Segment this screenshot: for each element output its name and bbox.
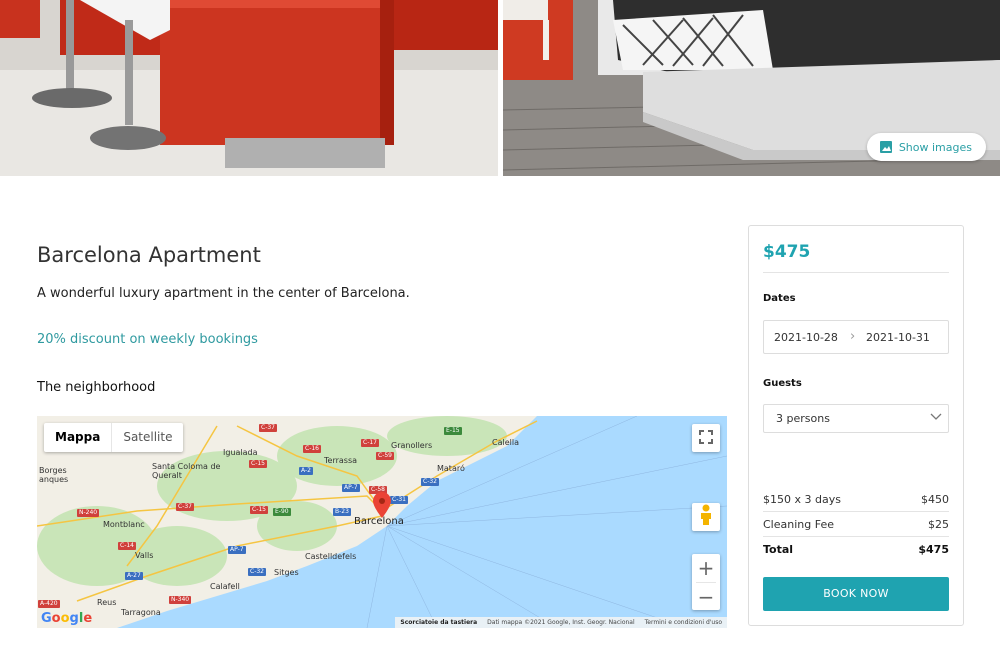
date-from: 2021-10-28: [774, 331, 838, 344]
kitchen-photo[interactable]: [0, 0, 498, 176]
road-shield: C-17: [361, 439, 379, 447]
show-images-button[interactable]: Show images: [866, 133, 986, 161]
map-city-label: Montblanc: [103, 520, 145, 529]
map-city-label: Santa Coloma de Queralt: [152, 462, 221, 480]
price-line-amount: $450: [921, 493, 949, 506]
road-shield: C-32: [248, 568, 266, 576]
divider: [763, 511, 949, 512]
map-city-label: Reus: [97, 598, 117, 607]
map-city-label: Calafell: [210, 582, 240, 591]
map-city-label: Terrassa: [324, 456, 358, 465]
road-shield: A-2: [299, 467, 313, 475]
book-now-button[interactable]: BOOK NOW: [763, 577, 949, 611]
keyboard-shortcuts-link[interactable]: Scorciatoie da tastiera: [395, 617, 482, 628]
road-shield: C-15: [250, 506, 268, 514]
road-shield: AP-7: [342, 484, 360, 492]
fullscreen-icon: [699, 428, 713, 449]
cleaning-fee-label: Cleaning Fee: [763, 518, 834, 531]
road-shield: A-27: [125, 572, 143, 580]
map-city-label: Calella: [492, 438, 519, 447]
map-type-control: Mappa Satellite: [44, 423, 184, 452]
map-city-label: Valls: [135, 551, 154, 560]
map-attribution: Scorciatoie da tastiera Dati mappa ©2021…: [395, 617, 727, 628]
pegman-icon: [699, 504, 713, 531]
map-city-label: Borges: [39, 466, 67, 475]
street-view-button[interactable]: [692, 503, 720, 531]
road-shield: A-420: [38, 600, 60, 608]
zoom-out-button[interactable]: −: [692, 583, 720, 611]
road-shield: C-15: [249, 460, 267, 468]
booking-price: $475: [763, 242, 811, 262]
road-shield: E-90: [273, 508, 291, 516]
booking-card: $475 Dates 2021-10-28 › 2021-10-31 Guest…: [748, 225, 964, 626]
terms-link[interactable]: Termini e condizioni d'uso: [640, 617, 727, 628]
price-line: $150 x 3 days $450: [763, 493, 949, 506]
road-shield: C-37: [176, 503, 194, 511]
road-shield: C-32: [421, 478, 439, 486]
map-city-label: Castelldefels: [305, 552, 357, 561]
price-line-label: $150 x 3 days: [763, 493, 841, 506]
image-gallery-icon: [879, 140, 893, 154]
road-shield: C-16: [303, 445, 321, 453]
minus-icon: −: [697, 585, 715, 609]
listing-title: Barcelona Apartment: [37, 243, 261, 267]
total-label: Total: [763, 543, 794, 556]
chevron-down-icon: [930, 410, 942, 422]
neighborhood-map[interactable]: Igualada Granollers Calella Terrassa Mat…: [37, 416, 727, 628]
road-shield: C-37: [259, 424, 277, 432]
divider: [763, 272, 949, 273]
plus-icon: +: [697, 556, 715, 580]
show-images-label: Show images: [898, 140, 972, 154]
location-marker-icon[interactable]: [373, 492, 391, 518]
road-shield: B-23: [333, 508, 351, 516]
total-line: Total $475: [763, 543, 949, 556]
total-amount: $475: [918, 543, 949, 556]
neighborhood-heading: The neighborhood: [37, 380, 156, 395]
map-city-label: Igualada: [223, 448, 258, 457]
date-to: 2021-10-31: [866, 331, 930, 344]
map-city-label: Tarragona: [121, 608, 161, 617]
listing-description: A wonderful luxury apartment in the cent…: [37, 286, 410, 301]
zoom-in-button[interactable]: +: [692, 554, 720, 582]
road-shield: N-240: [77, 509, 100, 517]
map-city-label: Granollers: [391, 441, 433, 450]
cleaning-fee-amount: $25: [928, 518, 949, 531]
map-city-label: Sitges: [274, 568, 299, 577]
road-shield: C-31: [390, 496, 408, 504]
listing-content: Barcelona Apartment A wonderful luxury a…: [0, 176, 1000, 662]
map-type-mappa-button[interactable]: Mappa: [44, 423, 111, 452]
guests-label: Guests: [763, 378, 802, 389]
road-shield: C-14: [118, 542, 136, 550]
map-city-label: anques: [39, 475, 69, 484]
cleaning-fee-line: Cleaning Fee $25: [763, 518, 949, 531]
road-shield: AP-7: [228, 546, 246, 554]
road-shield: E-15: [444, 427, 462, 435]
divider: [763, 536, 949, 537]
dates-picker[interactable]: 2021-10-28 › 2021-10-31: [763, 320, 949, 354]
zoom-control: + −: [692, 554, 720, 610]
map-type-satellite-button[interactable]: Satellite: [111, 423, 183, 452]
guests-value: 3 persons: [776, 412, 830, 425]
fullscreen-button[interactable]: [692, 424, 720, 452]
map-data-credit: Dati mappa ©2021 Google, Inst. Geogr. Na…: [487, 619, 635, 626]
photo-gallery: Show images: [0, 0, 1000, 176]
guests-select[interactable]: 3 persons: [763, 404, 949, 433]
road-shield: C-59: [376, 452, 394, 460]
map-city-label: Mataró: [437, 464, 465, 473]
google-logo: Google: [41, 611, 93, 626]
discount-text: 20% discount on weekly bookings: [37, 332, 258, 347]
chevron-right-icon: ›: [850, 329, 856, 344]
road-shield: N-340: [169, 596, 192, 604]
dates-label: Dates: [763, 293, 796, 304]
